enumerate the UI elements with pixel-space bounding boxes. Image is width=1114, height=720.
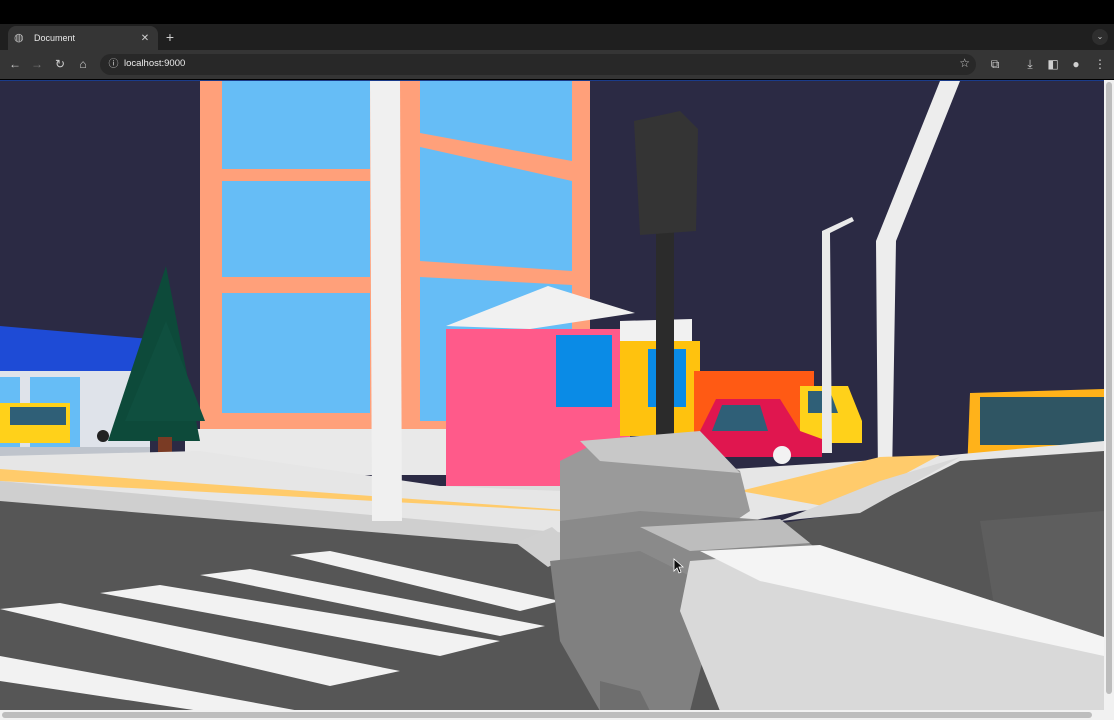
star-icon[interactable]: ☆ bbox=[959, 56, 970, 70]
globe-icon: ◍ bbox=[14, 32, 24, 44]
url-text: localhost:9000 bbox=[124, 58, 186, 69]
side-panel-icon[interactable]: ◧ bbox=[1044, 55, 1062, 73]
back-icon[interactable]: ← bbox=[6, 55, 24, 73]
tab-title: Document bbox=[34, 33, 76, 43]
profile-icon[interactable]: ● bbox=[1067, 55, 1085, 73]
chevron-down-icon[interactable]: ⌄ bbox=[1092, 29, 1108, 45]
top-letterbox bbox=[0, 0, 1114, 24]
horizontal-scrollbar[interactable] bbox=[0, 710, 1114, 720]
address-bar[interactable]: ⓘ localhost:9000 ☆ bbox=[100, 54, 976, 75]
vertical-scrollbar-thumb[interactable] bbox=[1106, 82, 1112, 694]
download-icon[interactable]: ⤓ bbox=[1021, 55, 1039, 73]
foreground-pole bbox=[370, 81, 402, 521]
extensions-icon[interactable]: ⧉ bbox=[986, 55, 1004, 73]
home-icon[interactable]: ⌂ bbox=[74, 55, 92, 73]
horizontal-scrollbar-thumb[interactable] bbox=[2, 712, 1092, 718]
close-icon[interactable]: ✕ bbox=[138, 33, 152, 44]
tab-strip: ◍ Document ✕ + ⌄ bbox=[0, 24, 1114, 50]
reload-icon[interactable]: ↻ bbox=[51, 55, 69, 73]
vertical-scrollbar[interactable] bbox=[1104, 80, 1114, 710]
browser-toolbar: ← → ↻ ⌂ ⓘ localhost:9000 ☆ ⧉ ⤓ ◧ ● ⋮ bbox=[0, 50, 1114, 79]
game-canvas[interactable] bbox=[0, 80, 1104, 711]
tab-document[interactable]: ◍ Document ✕ bbox=[8, 26, 158, 50]
plus-icon[interactable]: + bbox=[162, 27, 178, 47]
info-icon[interactable]: ⓘ bbox=[106, 57, 121, 72]
forward-icon[interactable]: → bbox=[28, 55, 46, 73]
game-scene bbox=[0, 81, 1104, 711]
more-icon[interactable]: ⋮ bbox=[1091, 55, 1109, 73]
